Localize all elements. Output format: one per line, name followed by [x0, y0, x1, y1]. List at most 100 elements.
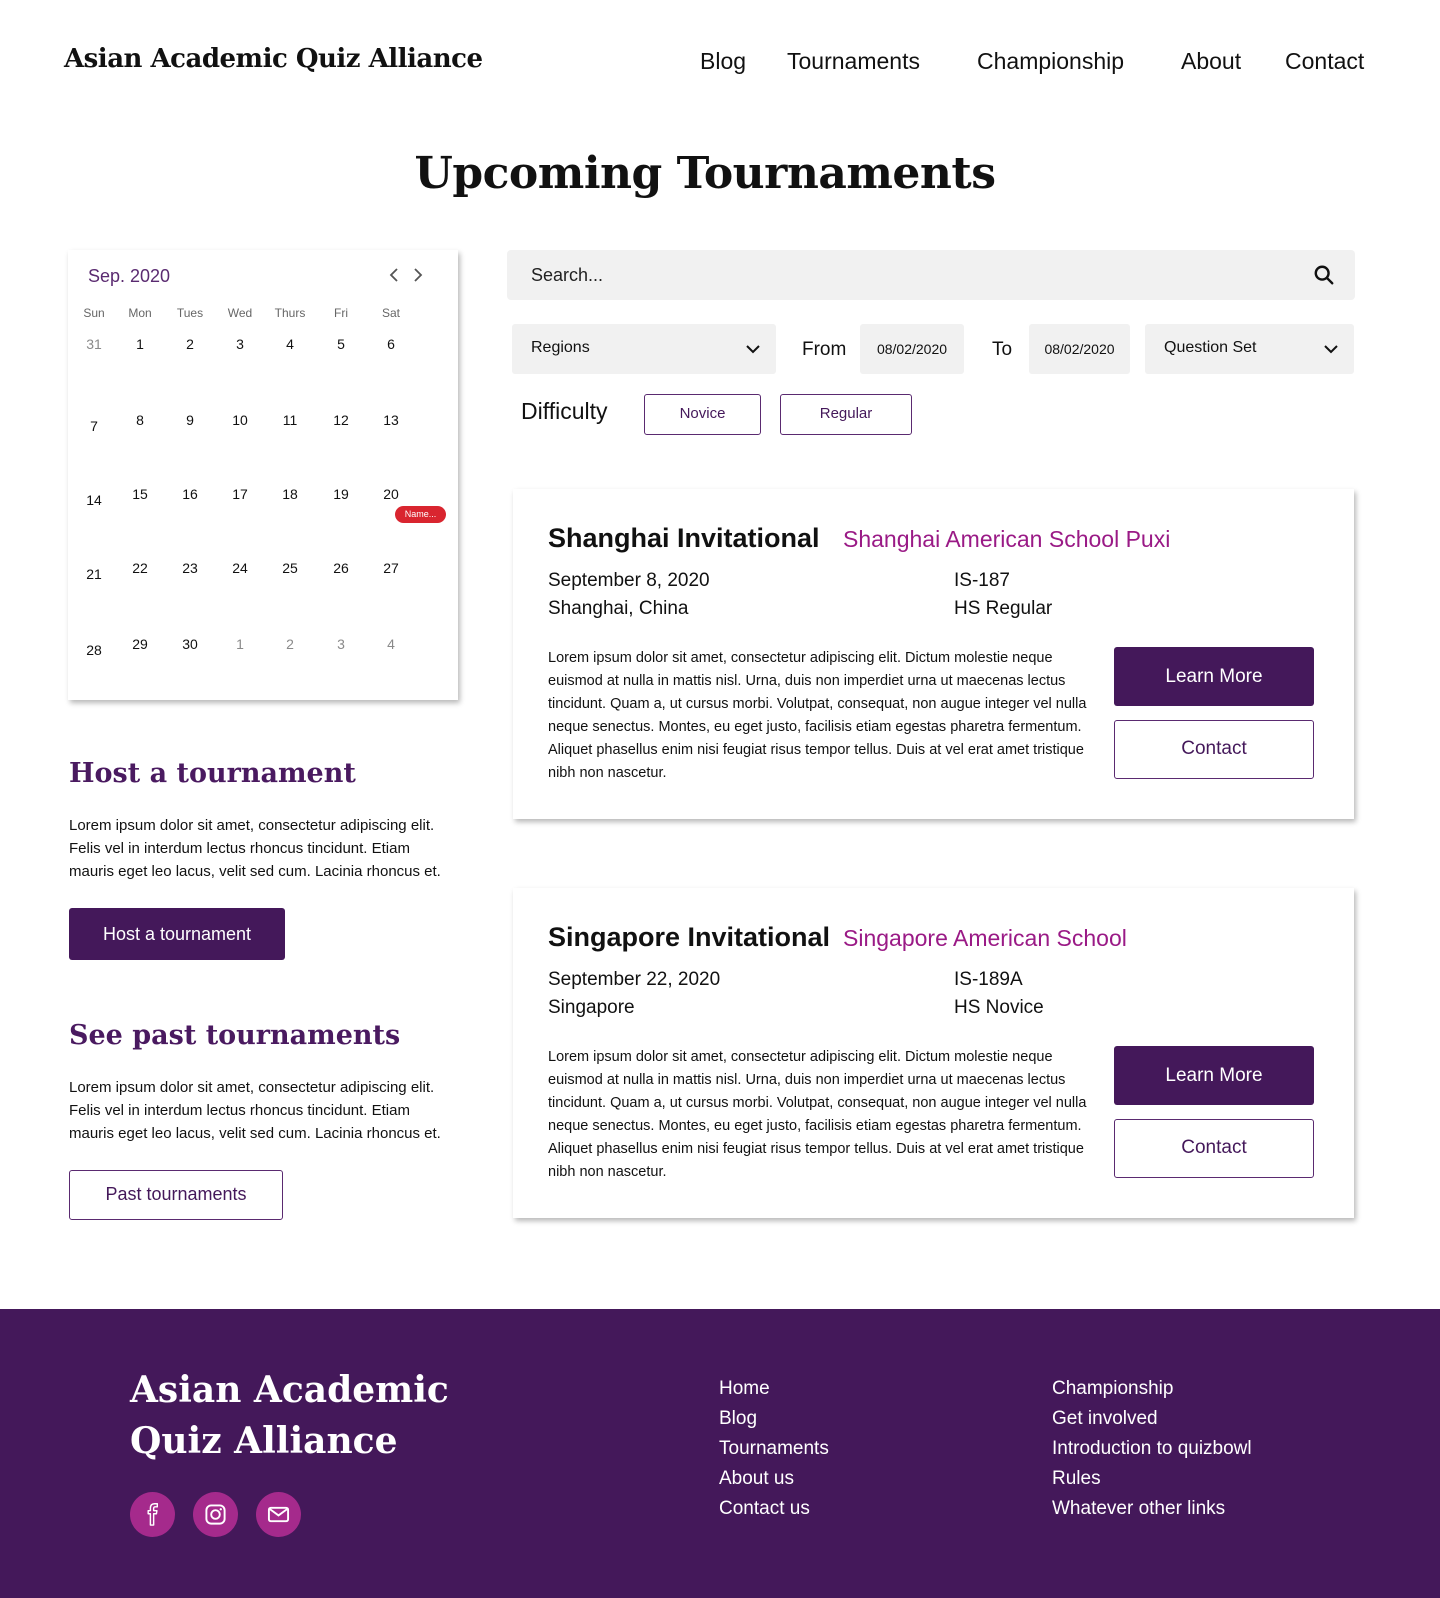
- chevron-left-icon[interactable]: [388, 266, 400, 289]
- page-title: Upcoming Tournaments: [414, 148, 996, 199]
- to-label: To: [992, 339, 1013, 360]
- calendar-day[interactable]: 16: [170, 486, 210, 502]
- footer-link-intro-quizbowl[interactable]: Introduction to quizbowl: [1052, 1438, 1252, 1460]
- footer-link-get-involved[interactable]: Get involved: [1052, 1408, 1158, 1430]
- contact-button[interactable]: Contact: [1114, 1119, 1314, 1178]
- calendar-day[interactable]: 2: [270, 636, 310, 652]
- footer-link-other[interactable]: Whatever other links: [1052, 1498, 1225, 1520]
- from-label: From: [802, 339, 847, 360]
- mail-icon[interactable]: [256, 1492, 301, 1537]
- site-title[interactable]: Asian Academic Quiz Alliance: [64, 44, 483, 74]
- search-bar: [507, 250, 1355, 300]
- calendar-day[interactable]: 3: [220, 336, 260, 352]
- learn-more-button[interactable]: Learn More: [1114, 1046, 1314, 1105]
- calendar-day[interactable]: 20: [371, 486, 411, 502]
- calendar-day[interactable]: 1: [220, 636, 260, 652]
- tournament-name: Shanghai Invitational: [548, 523, 820, 553]
- contact-button[interactable]: Contact: [1114, 720, 1314, 779]
- calendar-day[interactable]: 15: [120, 486, 160, 502]
- calendar-day[interactable]: 4: [371, 636, 411, 652]
- tournament-card: Shanghai Invitational Shanghai American …: [513, 489, 1354, 819]
- calendar-weekday: Mon: [128, 306, 152, 320]
- from-date-input[interactable]: 08/02/2020: [860, 324, 964, 374]
- nav-championship[interactable]: Championship: [977, 48, 1124, 75]
- question-set-select[interactable]: Question Set: [1145, 324, 1354, 374]
- nav-blog[interactable]: Blog: [700, 48, 746, 75]
- tournament-school[interactable]: Shanghai American School Puxi: [843, 526, 1170, 553]
- footer: Asian Academic Quiz Alliance Home Blog T…: [0, 1309, 1440, 1598]
- calendar-day[interactable]: 29: [120, 636, 160, 652]
- calendar-day[interactable]: 8: [120, 412, 160, 428]
- calendar-day[interactable]: 24: [220, 560, 260, 576]
- tournament-date: September 22, 2020: [548, 969, 721, 990]
- calendar-day[interactable]: 27: [371, 560, 411, 576]
- footer-link-contact[interactable]: Contact us: [719, 1498, 810, 1520]
- difficulty-novice-chip[interactable]: Novice: [644, 394, 761, 435]
- tournament-name: Singapore Invitational: [548, 922, 831, 952]
- calendar-day[interactable]: 31: [74, 336, 114, 352]
- tournament-description: Lorem ipsum dolor sit amet, consectetur …: [548, 650, 1087, 781]
- search-icon[interactable]: [1313, 264, 1335, 286]
- calendar-day[interactable]: 9: [170, 412, 210, 428]
- calendar-day[interactable]: 14: [74, 492, 114, 508]
- host-tournament-button[interactable]: Host a tournament: [69, 908, 285, 960]
- difficulty-regular-chip[interactable]: Regular: [780, 394, 912, 435]
- tournament-location: Shanghai, China: [548, 598, 689, 619]
- calendar-day[interactable]: 17: [220, 486, 260, 502]
- nav-tournaments[interactable]: Tournaments: [787, 48, 920, 75]
- chevron-right-icon[interactable]: [412, 266, 424, 289]
- calendar-day[interactable]: 21: [74, 566, 114, 582]
- calendar-day[interactable]: 3: [321, 636, 361, 652]
- to-date-input[interactable]: 08/02/2020: [1029, 324, 1130, 374]
- facebook-icon[interactable]: [130, 1492, 175, 1537]
- past-text: Lorem ipsum dolor sit amet, consectetur …: [69, 1079, 441, 1142]
- footer-link-rules[interactable]: Rules: [1052, 1468, 1101, 1490]
- tournament-card: Singapore Invitational Singapore America…: [513, 888, 1354, 1218]
- regions-select[interactable]: Regions: [512, 324, 776, 374]
- instagram-icon[interactable]: [193, 1492, 238, 1537]
- calendar-month-label: Sep. 2020: [88, 266, 171, 286]
- calendar-weekday: Wed: [227, 306, 253, 320]
- nav-contact[interactable]: Contact: [1285, 48, 1364, 75]
- calendar-weekday: Tues: [176, 306, 204, 320]
- calendar-day[interactable]: 10: [220, 412, 260, 428]
- calendar-day[interactable]: 30: [170, 636, 210, 652]
- calendar-event-badge[interactable]: Name...: [395, 506, 446, 523]
- tournament-level: HS Novice: [954, 997, 1044, 1018]
- calendar-day[interactable]: 11: [270, 412, 310, 428]
- calendar-weekday: Fri: [334, 306, 348, 320]
- search-input[interactable]: [531, 250, 1271, 300]
- footer-link-championship[interactable]: Championship: [1052, 1378, 1173, 1400]
- tournament-level: HS Regular: [954, 598, 1053, 619]
- calendar-day[interactable]: 26: [321, 560, 361, 576]
- host-text: Lorem ipsum dolor sit amet, consectetur …: [69, 817, 441, 880]
- past-tournaments-button[interactable]: Past tournaments: [69, 1170, 283, 1220]
- footer-title: Asian Academic Quiz Alliance: [130, 1369, 449, 1462]
- calendar-day[interactable]: 19: [321, 486, 361, 502]
- calendar-day[interactable]: 7: [74, 418, 114, 434]
- nav-about[interactable]: About: [1181, 48, 1241, 75]
- tournament-code: IS-189A: [954, 969, 1023, 990]
- calendar-day[interactable]: 18: [270, 486, 310, 502]
- calendar-day[interactable]: 1: [120, 336, 160, 352]
- calendar-day[interactable]: 5: [321, 336, 361, 352]
- tournament-school[interactable]: Singapore American School: [843, 925, 1127, 952]
- calendar-day[interactable]: 28: [74, 642, 114, 658]
- tournament-description: Lorem ipsum dolor sit amet, consectetur …: [548, 1049, 1087, 1180]
- calendar-day[interactable]: 6: [371, 336, 411, 352]
- learn-more-button[interactable]: Learn More: [1114, 647, 1314, 706]
- calendar-day[interactable]: 4: [270, 336, 310, 352]
- footer-link-home[interactable]: Home: [719, 1378, 770, 1400]
- footer-link-tournaments[interactable]: Tournaments: [719, 1438, 829, 1460]
- tournament-code: IS-187: [954, 570, 1010, 591]
- calendar-day[interactable]: 22: [120, 560, 160, 576]
- footer-link-about[interactable]: About us: [719, 1468, 794, 1490]
- calendar-weekday: Sat: [381, 306, 400, 320]
- footer-link-blog[interactable]: Blog: [719, 1408, 757, 1430]
- calendar-day[interactable]: 23: [170, 560, 210, 576]
- calendar-day[interactable]: 25: [270, 560, 310, 576]
- tournament-date: September 8, 2020: [548, 570, 710, 591]
- calendar-day[interactable]: 12: [321, 412, 361, 428]
- calendar-day[interactable]: 13: [371, 412, 411, 428]
- calendar-day[interactable]: 2: [170, 336, 210, 352]
